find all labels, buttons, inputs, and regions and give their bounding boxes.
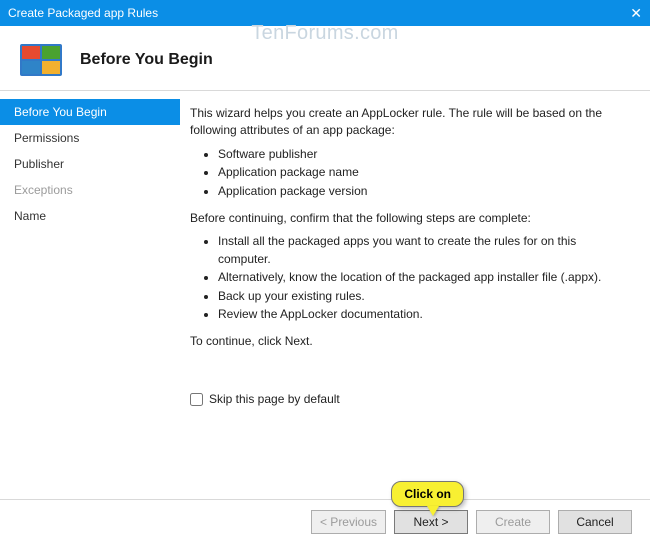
callout-annotation: Click on xyxy=(391,481,464,507)
list-item: Application package name xyxy=(218,164,616,181)
page-title: Before You Begin xyxy=(80,51,213,69)
continue-text: To continue, click Next. xyxy=(190,333,616,350)
wizard-sidebar: Before You Begin Permissions Publisher E… xyxy=(0,91,180,499)
callout-tail-icon xyxy=(427,506,439,516)
wizard-header: Before You Begin xyxy=(0,26,650,91)
window-title: Create Packaged app Rules xyxy=(8,6,612,20)
callout-text: Click on xyxy=(391,481,464,507)
list-item: Review the AppLocker documentation. xyxy=(218,306,616,323)
wizard-body: Before You Begin Permissions Publisher E… xyxy=(0,91,650,499)
list-item: Back up your existing rules. xyxy=(218,288,616,305)
sidebar-item-name[interactable]: Name xyxy=(0,203,180,229)
confirm-text: Before continuing, confirm that the foll… xyxy=(190,210,616,227)
list-item: Alternatively, know the location of the … xyxy=(218,269,616,286)
sidebar-item-exceptions: Exceptions xyxy=(0,177,180,203)
sidebar-item-before-you-begin[interactable]: Before You Begin xyxy=(0,99,180,125)
titlebar: Create Packaged app Rules ✕ xyxy=(0,0,650,26)
skip-row: Skip this page by default xyxy=(190,391,616,408)
intro-text: This wizard helps you create an AppLocke… xyxy=(190,105,616,140)
steps-list: Install all the packaged apps you want t… xyxy=(218,233,616,323)
skip-label[interactable]: Skip this page by default xyxy=(209,391,340,408)
sidebar-item-permissions[interactable]: Permissions xyxy=(0,125,180,151)
applocker-icon xyxy=(20,44,62,76)
create-button: Create xyxy=(476,510,550,534)
previous-button: < Previous xyxy=(311,510,386,534)
cancel-button[interactable]: Cancel xyxy=(558,510,632,534)
sidebar-item-publisher[interactable]: Publisher xyxy=(0,151,180,177)
close-icon[interactable]: ✕ xyxy=(612,5,642,22)
list-item: Software publisher xyxy=(218,146,616,163)
skip-checkbox[interactable] xyxy=(190,393,203,406)
attribute-list: Software publisher Application package n… xyxy=(218,146,616,200)
list-item: Install all the packaged apps you want t… xyxy=(218,233,616,268)
wizard-footer: Click on < Previous Next > Create Cancel xyxy=(0,499,650,543)
wizard-content: This wizard helps you create an AppLocke… xyxy=(180,91,650,499)
list-item: Application package version xyxy=(218,183,616,200)
